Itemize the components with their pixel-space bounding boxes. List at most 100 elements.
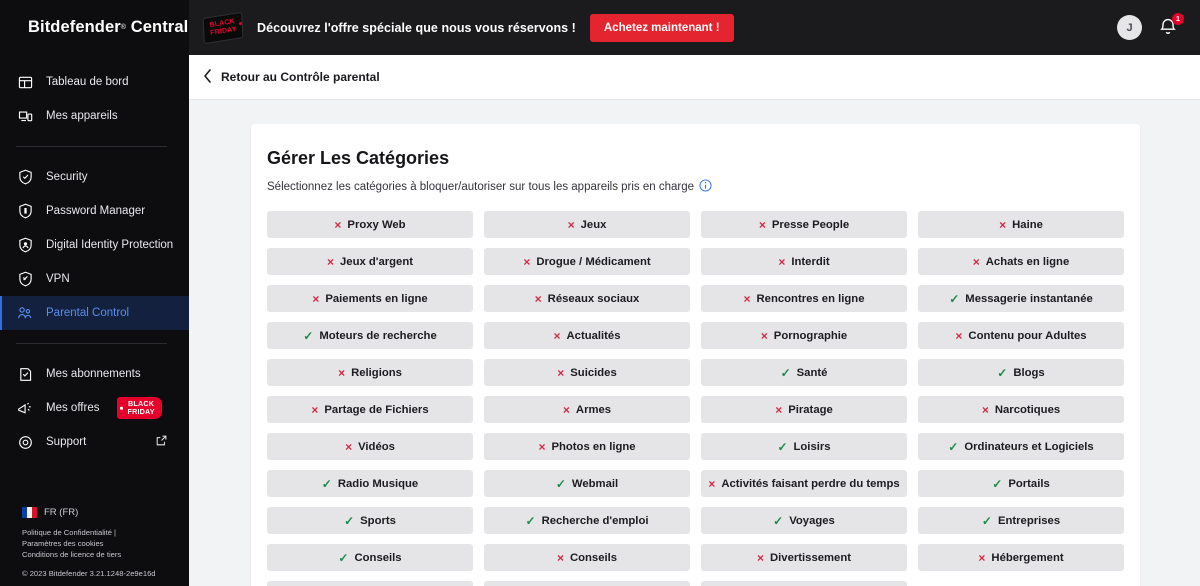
category-label: Proxy Web: [347, 218, 406, 231]
category-chip[interactable]: × Rencontres en ligne: [701, 285, 907, 312]
black-friday-badge: BLACK FRIDAY: [117, 397, 162, 419]
category-chip[interactable]: ✓ Messagerie instantanée: [918, 285, 1124, 312]
category-chip[interactable]: × Interdit: [701, 248, 907, 275]
category-chip[interactable]: × Photos en ligne: [484, 433, 690, 460]
breadcrumb: Retour au Contrôle parental: [189, 55, 1200, 100]
brand-name: Bitdefender: [28, 18, 121, 36]
category-chip[interactable]: ✓ Radio Musique: [267, 470, 473, 497]
category-chip[interactable]: ✓ Portails: [918, 470, 1124, 497]
category-label: Loisirs: [793, 440, 831, 453]
cross-icon: ×: [756, 550, 764, 565]
sidebar: Bitdefender ® Central Tableau de bord Mes…: [0, 0, 189, 586]
sidebar-item-label: VPN: [46, 273, 70, 285]
shield-key-icon: [16, 202, 34, 220]
category-chip[interactable]: ✓ Entreprises: [918, 507, 1124, 534]
sidebar-item-security[interactable]: Security: [0, 160, 189, 194]
buy-now-button[interactable]: Achetez maintenant !: [589, 13, 734, 42]
category-chip[interactable]: × Jeux: [484, 211, 690, 238]
category-chip[interactable]: ✓ Recherche d'emploi: [484, 507, 690, 534]
category-chip[interactable]: × Presse People: [701, 211, 907, 238]
category-label: Partage de Fichiers: [324, 403, 429, 416]
category-chip[interactable]: × Armes: [484, 396, 690, 423]
sidebar-item-support[interactable]: Support: [0, 425, 189, 459]
category-chip[interactable]: ×Finance: [701, 581, 907, 586]
check-icon: ✓: [777, 439, 788, 454]
notifications-button[interactable]: 1: [1158, 12, 1184, 40]
category-chip[interactable]: ✓Gouvernement: [484, 581, 690, 586]
category-chip[interactable]: ✓ Sports: [267, 507, 473, 534]
category-chip[interactable]: ×Publicité: [267, 581, 473, 586]
sidebar-item-parental-control[interactable]: Parental Control: [0, 296, 189, 330]
legal-link-third-party[interactable]: Conditions de licence de tiers: [22, 549, 175, 560]
category-chip[interactable]: × Hébergement: [918, 544, 1124, 571]
category-chip[interactable]: ✓ Blogs: [918, 359, 1124, 386]
chevron-left-icon: [203, 68, 212, 86]
category-label: Photos en ligne: [551, 440, 636, 453]
category-chip[interactable]: × Proxy Web: [267, 211, 473, 238]
category-chip[interactable]: × Haine: [918, 211, 1124, 238]
offers-icon: [16, 399, 34, 417]
main-area: BLACK FRIDAY Découvrez l'offre spéciale …: [189, 0, 1200, 586]
language-selector[interactable]: FR (FR): [22, 507, 175, 518]
check-icon: ✓: [997, 365, 1008, 380]
category-chip[interactable]: × Activités faisant perdre du temps: [701, 470, 907, 497]
category-chip[interactable]: ✓ Ordinateurs et Logiciels: [918, 433, 1124, 460]
cross-icon: ×: [534, 291, 542, 306]
cross-icon: ×: [955, 328, 963, 343]
category-label: Drogue / Médicament: [536, 255, 651, 268]
category-label: Webmail: [571, 477, 619, 490]
category-label: Santé: [796, 366, 828, 379]
back-to-parental-control-link[interactable]: Retour au Contrôle parental: [203, 68, 380, 86]
sidebar-item-digital-identity-protection[interactable]: Digital Identity Protection: [0, 228, 189, 262]
category-chip[interactable]: × Contenu pour Adultes: [918, 322, 1124, 349]
sidebar-item-password-manager[interactable]: Password Manager: [0, 194, 189, 228]
external-link-icon[interactable]: [156, 435, 167, 449]
category-chip[interactable]: × Divertissement: [701, 544, 907, 571]
notification-badge: 1: [1172, 12, 1184, 25]
category-chip[interactable]: × Jeux d'argent: [267, 248, 473, 275]
sidebar-item-label: Digital Identity Protection: [46, 239, 174, 251]
brand-logo[interactable]: Bitdefender ® Central: [0, 0, 189, 55]
category-chip[interactable]: × Vidéos: [267, 433, 473, 460]
category-chip[interactable]: × Drogue / Médicament: [484, 248, 690, 275]
legal-link-cookies[interactable]: Paramètres des cookies: [22, 538, 175, 549]
category-label: Vidéos: [358, 440, 395, 453]
category-chip[interactable]: × Conseils: [484, 544, 690, 571]
sidebar-item-subscriptions[interactable]: Mes abonnements: [0, 357, 189, 391]
category-chip[interactable]: × Partage de Fichiers: [267, 396, 473, 423]
sidebar-item-label: Mes offres: [46, 402, 100, 414]
category-chip[interactable]: × Pornographie: [701, 322, 907, 349]
category-chip[interactable]: × Achats en ligne: [918, 248, 1124, 275]
category-chip[interactable]: ✓ Loisirs: [701, 433, 907, 460]
sidebar-item-devices[interactable]: Mes appareils: [0, 99, 189, 133]
category-label: Blogs: [1013, 366, 1045, 379]
category-chip[interactable]: ✓ Webmail: [484, 470, 690, 497]
category-chip[interactable]: ✓ Voyages: [701, 507, 907, 534]
category-chip[interactable]: × Piratage: [701, 396, 907, 423]
sidebar-item-vpn[interactable]: VPN: [0, 262, 189, 296]
category-label: Achats en ligne: [985, 255, 1070, 268]
top-promo-bar: BLACK FRIDAY Découvrez l'offre spéciale …: [189, 0, 1200, 55]
category-chip[interactable]: ✓ Santé: [701, 359, 907, 386]
category-chip[interactable]: × Actualités: [484, 322, 690, 349]
promo-text: Découvrez l'offre spéciale que nous vous…: [257, 20, 576, 35]
sidebar-item-dashboard[interactable]: Tableau de bord: [0, 65, 189, 99]
category-label: Armes: [575, 403, 612, 416]
category-label: Suicides: [570, 366, 617, 379]
category-label: Messagerie instantanée: [965, 292, 1093, 305]
check-icon: ✓: [773, 513, 784, 528]
category-chip[interactable]: × Réseaux sociaux: [484, 285, 690, 312]
category-chip[interactable]: ✓ Moteurs de recherche: [267, 322, 473, 349]
category-chip[interactable]: ✓ Conseils: [267, 544, 473, 571]
cross-icon: ×: [775, 402, 783, 417]
category-chip[interactable]: × Narcotiques: [918, 396, 1124, 423]
sidebar-item-offers[interactable]: Mes offres BLACK FRIDAY: [0, 391, 189, 425]
category-chip[interactable]: × Religions: [267, 359, 473, 386]
category-chip[interactable]: × Paiements en ligne: [267, 285, 473, 312]
check-icon: ✓: [981, 513, 992, 528]
category-chip[interactable]: × Suicides: [484, 359, 690, 386]
avatar[interactable]: J: [1117, 15, 1142, 40]
info-icon[interactable]: [699, 179, 712, 195]
legal-link-privacy[interactable]: Politique de Confidentialité |: [22, 527, 175, 538]
category-label: Moteurs de recherche: [319, 329, 437, 342]
